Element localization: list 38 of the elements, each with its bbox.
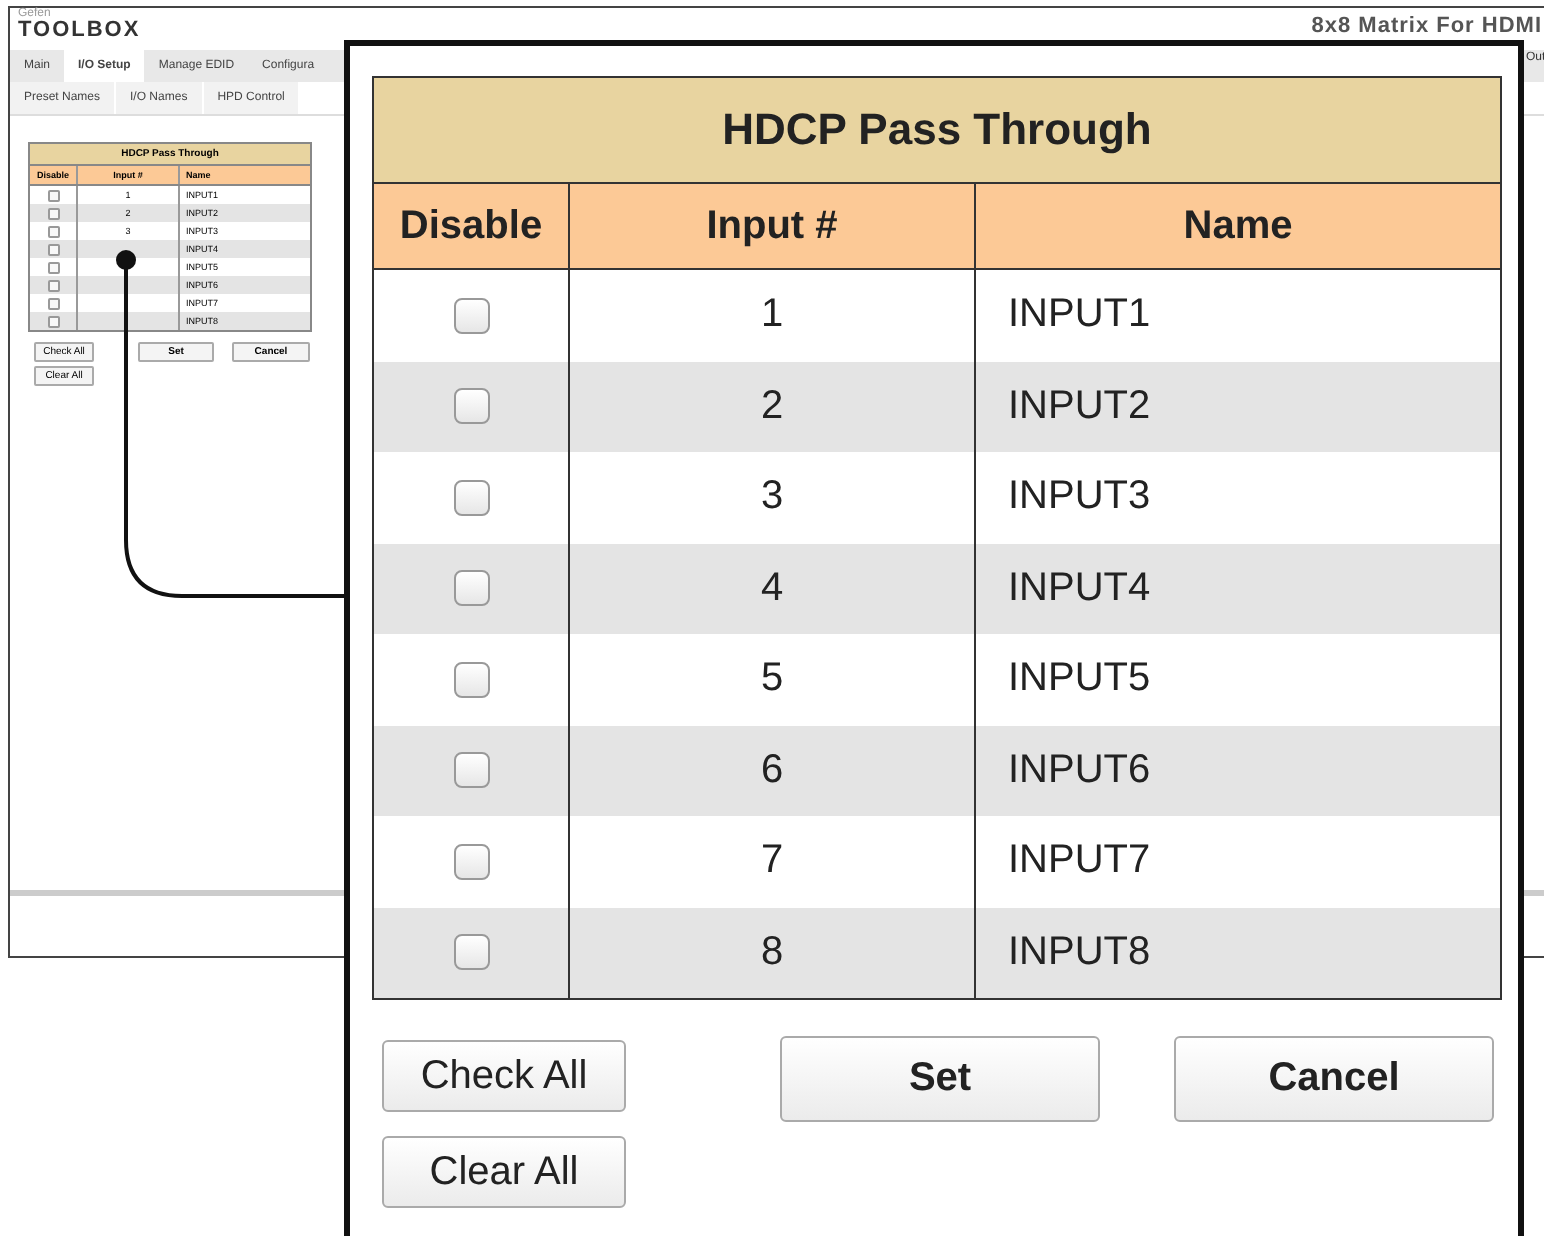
- cancel-button[interactable]: Cancel: [1174, 1036, 1494, 1122]
- table-cell-text: INPUT3: [1006, 472, 1153, 523]
- checkbox[interactable]: [453, 570, 489, 607]
- checkbox[interactable]: [453, 934, 489, 971]
- table-cell: 4: [570, 543, 976, 634]
- checkbox[interactable]: [453, 479, 489, 516]
- table-cell-text: INPUT4: [1006, 563, 1153, 614]
- brand-text: TOOLBOX: [18, 20, 141, 42]
- table-cell-text: INPUT5: [1006, 654, 1153, 705]
- checkbox[interactable]: [47, 207, 59, 219]
- clear-all-button[interactable]: Clear All: [382, 1136, 626, 1208]
- check-all-button[interactable]: Check All: [382, 1040, 626, 1112]
- checkbox[interactable]: [47, 279, 59, 291]
- table-cell-text: INPUT7: [1006, 836, 1153, 887]
- window-title: 8x8 Matrix For HDMI: [1311, 14, 1542, 38]
- checkbox[interactable]: [47, 189, 59, 201]
- column-header: Input #: [570, 184, 976, 268]
- column-header: Disable: [374, 184, 570, 268]
- checkbox[interactable]: [47, 225, 59, 237]
- set-button[interactable]: Set: [780, 1036, 1100, 1122]
- checkbox[interactable]: [453, 297, 489, 334]
- checkbox[interactable]: [47, 243, 59, 255]
- table-cell-text: INPUT6: [1006, 745, 1153, 796]
- checkbox[interactable]: [47, 315, 59, 327]
- checkbox[interactable]: [453, 843, 489, 880]
- table-cell-text: INPUT2: [1006, 381, 1153, 432]
- checkbox[interactable]: [453, 388, 489, 425]
- checkbox[interactable]: [47, 261, 59, 273]
- checkbox[interactable]: [453, 661, 489, 698]
- table-cell: 2: [570, 361, 976, 452]
- table-cell-text: INPUT8: [1006, 927, 1153, 978]
- table-cell: 6: [570, 725, 976, 816]
- column-header: Name: [1181, 201, 1295, 251]
- table-cell-text: INPUT1: [1006, 290, 1153, 341]
- checkbox[interactable]: [453, 752, 489, 789]
- table-title: HDCP Pass Through: [374, 78, 1500, 184]
- table-cell: 8: [570, 907, 976, 998]
- checkbox[interactable]: [47, 297, 59, 309]
